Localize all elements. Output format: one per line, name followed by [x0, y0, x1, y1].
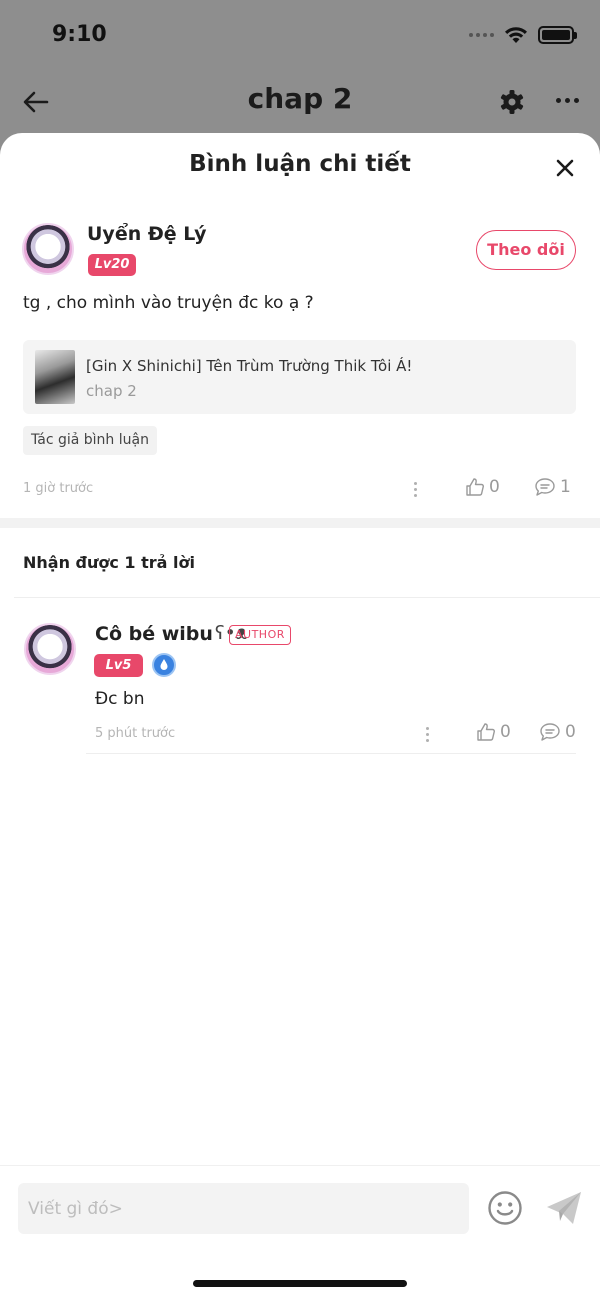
- like-button[interactable]: 0: [476, 722, 511, 742]
- like-count: 0: [489, 477, 500, 497]
- more-icon[interactable]: [556, 98, 579, 103]
- story-chapter: chap 2: [86, 382, 137, 400]
- reply-text: Đc bn: [95, 689, 145, 709]
- top-bar: chap 2: [0, 76, 600, 128]
- comment-icon: [535, 478, 555, 496]
- home-indicator: [193, 1280, 407, 1287]
- reply-button[interactable]: 0: [539, 722, 576, 742]
- comment-text: tg , cho mình vào truyện đc ko ạ ?: [23, 293, 314, 313]
- comment-time: 1 giờ trước: [23, 481, 94, 496]
- wifi-icon: [505, 27, 527, 43]
- status-bar: 9:10: [0, 0, 600, 72]
- gear-icon[interactable]: [498, 88, 526, 116]
- divider: [14, 597, 600, 598]
- more-options-icon[interactable]: [426, 727, 430, 745]
- divider: [86, 753, 576, 754]
- reply-author-name[interactable]: Cô bé wibu ʕ•ᴥ: [95, 622, 247, 645]
- signal-icon: [469, 33, 494, 37]
- sheet-title: Bình luận chi tiết: [189, 151, 411, 177]
- follow-button[interactable]: Theo dõi: [476, 230, 576, 270]
- status-time: 9:10: [52, 22, 107, 47]
- author-badge: AUTHOR: [229, 625, 291, 645]
- avatar[interactable]: [24, 623, 76, 675]
- story-card[interactable]: [Gin X Shinichi] Tên Trùm Trường Thik Tô…: [23, 340, 576, 414]
- status-icons: [469, 26, 577, 44]
- water-drop-badge-icon: [152, 653, 176, 677]
- comment-icon: [540, 723, 560, 741]
- reply-count: 0: [565, 722, 576, 742]
- comment-input-bar: [0, 1165, 600, 1299]
- reply-count: 1: [560, 477, 571, 497]
- comment-detail-sheet: Bình luận chi tiết Uyển Đệ Lý Lv20 Theo …: [0, 133, 600, 1299]
- level-badge: Lv5: [94, 654, 143, 677]
- replies-header: Nhận được 1 trả lời: [23, 553, 195, 572]
- close-icon[interactable]: [552, 155, 578, 181]
- battery-icon: [538, 26, 577, 44]
- more-options-icon[interactable]: [414, 482, 418, 500]
- send-icon[interactable]: [545, 1190, 583, 1226]
- like-count: 0: [500, 722, 511, 742]
- section-divider: [0, 518, 600, 528]
- emoji-icon[interactable]: [487, 1190, 523, 1226]
- like-button[interactable]: 0: [465, 477, 500, 497]
- level-badge: Lv20: [88, 254, 136, 276]
- thumbs-up-icon: [466, 478, 484, 496]
- story-title: [Gin X Shinichi] Tên Trùm Trường Thik Tô…: [86, 357, 413, 375]
- comment-input[interactable]: [18, 1183, 469, 1234]
- reply-button[interactable]: 1: [534, 477, 571, 497]
- reply-time: 5 phút trước: [95, 726, 176, 741]
- reply-author-label: Cô bé wibu: [95, 622, 213, 645]
- story-cover-image: [35, 350, 75, 404]
- author-comment-tag: Tác giả bình luận: [23, 426, 157, 455]
- comment-author-name[interactable]: Uyển Đệ Lý: [87, 223, 206, 245]
- avatar[interactable]: [22, 223, 74, 275]
- thumbs-up-icon: [477, 723, 495, 741]
